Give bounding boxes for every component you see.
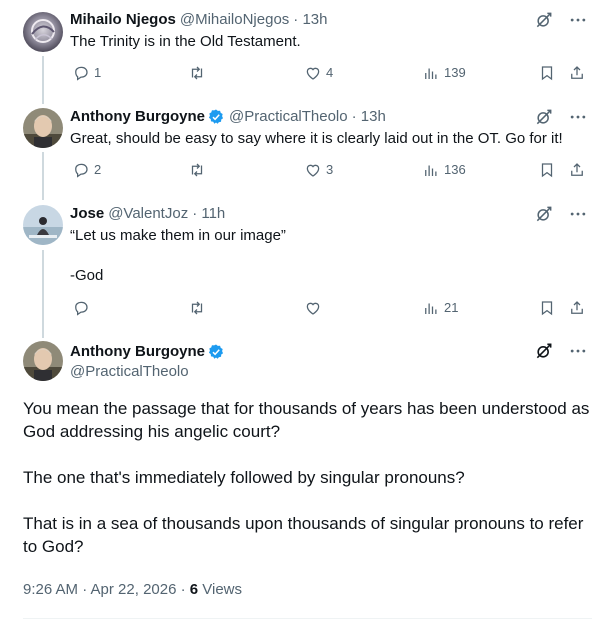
like-count: 4 [326,65,334,80]
like-button[interactable] [304,299,322,317]
views-icon [425,68,437,79]
heart-icon [306,67,320,80]
views-count: 21 [444,300,459,315]
bookmark-button[interactable] [538,299,556,317]
views-label: Views [198,581,243,598]
views-count: 136 [444,162,466,177]
share-button[interactable] [568,299,586,317]
retweet-icon [191,301,203,315]
views-count: 139 [444,65,466,80]
tweet-meta: 9:26 AM · Apr 22, 2026 · 6 Views [23,580,242,600]
more-icon[interactable] [568,204,588,224]
tweet-body: You mean the passage that for thousands … [23,397,593,581]
bookmark-icon [541,163,553,178]
more-icon[interactable] [568,107,588,127]
author-name[interactable]: Mihailo Njegos [70,10,176,30]
reply-count: 1 [94,65,102,80]
bookmark-button[interactable] [538,64,556,82]
share-icon [571,163,583,176]
divider [23,618,592,619]
more-icon[interactable] [568,10,588,30]
reply-count: 2 [94,162,102,177]
author-handle[interactable]: @PracticalTheolo [229,107,348,127]
views-count: 6 [189,581,199,598]
post-time[interactable]: · 13h [352,107,386,127]
author-handle[interactable]: @ValentJoz [108,204,188,224]
like-count: 3 [326,162,334,177]
grok-icon[interactable] [534,204,554,224]
views-icon [425,303,437,314]
like-button[interactable]: 4 [304,64,333,82]
author-name[interactable]: Anthony Burgoyne [70,342,205,362]
reply-icon [75,163,88,178]
views-button[interactable]: 21 [422,299,458,317]
verified-badge-icon [207,108,225,126]
post-time[interactable]: · 13h [293,10,327,30]
heart-icon [306,164,320,177]
thread-line [42,152,44,200]
bookmark-icon [541,66,553,81]
views-button[interactable]: 139 [422,64,466,82]
views-icon [425,165,437,176]
share-icon [571,301,583,314]
heart-icon [306,302,320,315]
post-time[interactable]: · 11h [192,204,225,224]
thread-line [42,250,44,338]
tweet-text: Great, should be easy to say where it is… [70,130,563,147]
views-button[interactable]: 136 [422,161,466,179]
retweet-button[interactable] [188,64,206,82]
bookmark-icon [541,301,553,316]
retweet-icon [191,66,203,80]
tweet-paragraph: The one that's immediately followed by s… [23,468,465,487]
grok-icon[interactable] [534,107,554,127]
author-name[interactable]: Jose [70,204,104,224]
share-icon [571,66,583,79]
tweet-text: The Trinity is in the Old Testament. [70,33,301,50]
reply-icon [75,66,88,81]
retweet-icon [191,163,203,177]
author-name[interactable]: Anthony Burgoyne [70,107,205,127]
timestamp[interactable]: 9:26 AM · Apr 22, 2026 · [23,581,190,598]
avatar[interactable] [23,205,63,245]
bookmark-button[interactable] [538,161,556,179]
grok-icon[interactable] [534,10,554,30]
thread-line [42,56,44,104]
reply-button[interactable] [72,299,90,317]
tweet-text-line: “Let us make them in our image” [70,227,286,244]
more-icon[interactable] [568,341,588,361]
grok-icon[interactable] [534,341,554,361]
reply-button[interactable]: 2 [72,161,101,179]
tweet-paragraph: That is in a sea of thousands upon thous… [23,514,584,556]
reply-icon [75,301,88,316]
verified-badge-icon [207,343,225,361]
like-button[interactable]: 3 [304,161,333,179]
tweet-paragraph: You mean the passage that for thousands … [23,399,590,441]
share-button[interactable] [568,161,586,179]
avatar[interactable] [23,12,63,52]
author-handle[interactable]: @MihailoNjegos [180,10,289,30]
reply-button[interactable]: 1 [72,64,101,82]
author-handle[interactable]: @PracticalTheolo [70,362,189,382]
avatar[interactable] [23,108,63,148]
share-button[interactable] [568,64,586,82]
tweet-text-line: -God [70,267,104,284]
retweet-button[interactable] [188,161,206,179]
avatar[interactable] [23,341,63,381]
retweet-button[interactable] [188,299,206,317]
